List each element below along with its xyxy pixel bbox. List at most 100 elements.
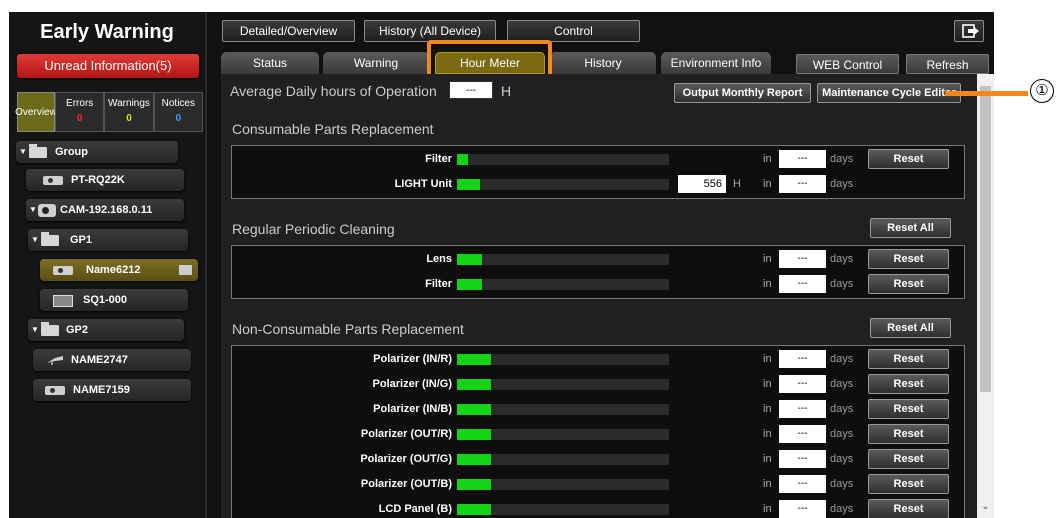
maintenance-cycle-editor-button[interactable]: Maintenance Cycle Editor <box>817 83 961 103</box>
reset-button[interactable]: Reset <box>868 249 949 269</box>
reset-button[interactable]: Reset <box>868 474 949 494</box>
callout-number: ① <box>1030 79 1054 103</box>
overview-button[interactable]: Overview <box>15 92 57 132</box>
in-label: in <box>763 178 772 190</box>
consumable-box: Filter in --- days Reset LIGHT Unit 556 Hin --- d… <box>231 145 965 199</box>
usage-bar <box>457 454 669 465</box>
camera-icon <box>38 204 56 217</box>
usage-bar <box>457 504 669 515</box>
part-row: LCD Panel (B) in --- days Reset <box>232 499 964 518</box>
folder-icon <box>41 322 59 336</box>
days-field[interactable]: --- <box>779 450 826 468</box>
part-row: Polarizer (OUT/R) in --- days Reset <box>232 424 964 449</box>
tab-status[interactable]: Status <box>221 52 319 74</box>
usage-bar-fill <box>457 429 491 440</box>
tree-item-group[interactable]: ▼ Group <box>16 141 178 163</box>
tab-environment-info[interactable]: Environment Info <box>661 52 771 74</box>
scroll-down-icon[interactable]: ⌄ <box>980 501 991 512</box>
app-title: Early Warning <box>40 21 174 43</box>
history-all-device-button[interactable]: History (All Device) <box>364 20 496 42</box>
vertical-scrollbar[interactable]: ⌄ <box>977 74 994 518</box>
cleaning-section-title: Regular Periodic Cleaning <box>232 221 395 237</box>
usage-bar-fill <box>457 504 491 515</box>
usage-bar-fill <box>457 479 491 490</box>
tree-item-label: Group <box>55 146 88 158</box>
in-label: in <box>763 378 772 390</box>
web-control-button[interactable]: WEB Control <box>796 54 899 74</box>
tree-item-pt-rq22k[interactable]: PT-RQ22K <box>26 169 184 191</box>
reset-button[interactable]: Reset <box>868 449 949 469</box>
in-label: in <box>763 453 772 465</box>
days-field[interactable]: --- <box>779 400 826 418</box>
part-name: Filter <box>425 278 452 290</box>
days-field[interactable]: --- <box>779 250 826 268</box>
reset-button[interactable]: Reset <box>868 399 949 419</box>
days-field[interactable]: --- <box>779 475 826 493</box>
scroll-thumb[interactable] <box>980 86 991 392</box>
days-field[interactable]: --- <box>779 500 826 518</box>
part-name: Polarizer (OUT/R) <box>360 428 452 440</box>
days-field[interactable]: --- <box>779 425 826 443</box>
control-button[interactable]: Control <box>507 20 640 42</box>
expand-arrow-icon[interactable]: ▼ <box>31 319 39 341</box>
days-label: days <box>830 478 854 490</box>
days-label: days <box>830 428 854 440</box>
tab-warning[interactable]: Warning <box>323 52 429 74</box>
tree-item-gp2[interactable]: ▼ GP2 <box>28 319 184 341</box>
tree-item-label: Name6212 <box>86 264 141 276</box>
days-label: days <box>830 178 854 190</box>
part-row: Polarizer (IN/R) in --- days Reset <box>232 349 964 374</box>
hours-unit: H <box>733 178 741 190</box>
callout-line <box>945 91 1028 96</box>
reset-all-nonconsumable-button[interactable]: Reset All <box>870 318 951 338</box>
reset-all-cleaning-button[interactable]: Reset All <box>870 218 951 238</box>
reset-button[interactable]: Reset <box>868 424 949 444</box>
days-field[interactable]: --- <box>779 350 826 368</box>
unread-information-button[interactable]: Unread Information(5) <box>17 54 199 78</box>
app-window: Early Warning Unread Information(5) Over… <box>9 12 994 518</box>
warnings-count[interactable]: Warnings 0 <box>104 92 154 132</box>
reset-button[interactable]: Reset <box>868 349 949 369</box>
usage-bar-fill <box>457 179 481 190</box>
usage-bar <box>457 404 669 415</box>
usage-bar-fill <box>457 254 483 265</box>
usage-bar <box>457 279 669 290</box>
part-name: Polarizer (IN/B) <box>373 403 452 415</box>
logout-button[interactable] <box>954 20 984 42</box>
tree-item-name2747[interactable]: NAME2747 <box>33 349 191 371</box>
reset-button[interactable]: Reset <box>868 499 949 518</box>
expand-arrow-icon[interactable]: ▼ <box>31 229 39 251</box>
reset-button[interactable]: Reset <box>868 274 949 294</box>
tree-item-label: PT-RQ22K <box>71 174 125 186</box>
part-name: Polarizer (OUT/B) <box>360 478 452 490</box>
days-field[interactable]: --- <box>779 375 826 393</box>
usage-bar-fill <box>457 379 491 390</box>
output-monthly-report-button[interactable]: Output Monthly Report <box>674 83 811 103</box>
tab-history[interactable]: History <box>550 52 656 74</box>
tree-item-name7159[interactable]: NAME7159 <box>33 379 191 401</box>
in-label: in <box>763 403 772 415</box>
reset-button[interactable]: Reset <box>868 149 949 169</box>
expand-arrow-icon[interactable]: ▼ <box>19 141 27 163</box>
expand-arrow-icon[interactable]: ▼ <box>29 199 37 221</box>
days-field[interactable]: --- <box>779 275 826 293</box>
tree-item-gp1[interactable]: ▼ GP1 <box>28 229 188 251</box>
average-hours-field[interactable]: --- <box>449 81 493 99</box>
reset-button[interactable]: Reset <box>868 374 949 394</box>
refresh-button[interactable]: Refresh <box>906 54 989 74</box>
notices-count[interactable]: Notices 0 <box>153 92 203 132</box>
errors-count[interactable]: Errors 0 <box>55 92 105 132</box>
display-icon <box>53 295 73 307</box>
usage-bar-fill <box>457 154 468 165</box>
hours-field[interactable]: 556 <box>678 175 726 193</box>
tree-item-sq1-000[interactable]: SQ1-000 <box>40 289 188 311</box>
folder-icon <box>41 232 59 246</box>
nonconsumable-box: Polarizer (IN/R) in --- days Reset Polarizer … <box>231 345 965 518</box>
tree-item-name6212[interactable]: Name6212 <box>40 259 198 281</box>
detailed-overview-button[interactable]: Detailed/Overview <box>222 20 355 42</box>
days-field[interactable]: --- <box>779 150 826 168</box>
part-name: Polarizer (OUT/G) <box>360 453 452 465</box>
days-label: days <box>830 253 854 265</box>
days-field[interactable]: --- <box>779 175 826 193</box>
tree-item-cam[interactable]: ▼ CAM-192.168.0.11 <box>26 199 184 221</box>
